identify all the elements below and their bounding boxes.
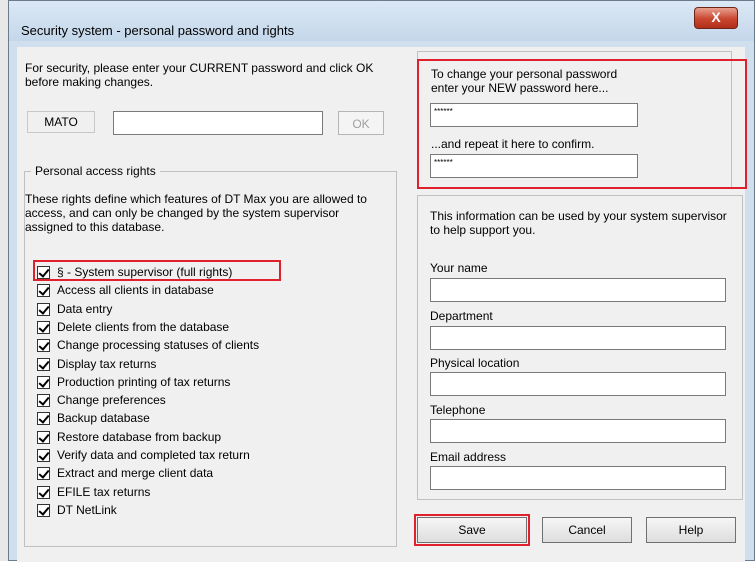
current-password-instruction: For security, please enter your CURRENT … — [25, 61, 374, 89]
department-label: Department — [430, 309, 493, 323]
checkbox[interactable] — [37, 375, 50, 389]
checkbox[interactable] — [37, 302, 50, 316]
access-right-label: Verify data and completed tax return — [57, 448, 250, 462]
access-right-label: Restore database from backup — [57, 429, 222, 444]
new-password-highlight — [417, 59, 747, 189]
access-right-label: Access all clients in database — [57, 283, 214, 298]
access-right-label: Data entry — [57, 301, 113, 316]
your-name-field[interactable] — [430, 278, 726, 302]
checkbox[interactable] — [37, 503, 50, 517]
checkbox[interactable] — [37, 449, 50, 462]
telephone-field[interactable] — [430, 419, 726, 443]
access-right-label: Change preferences — [57, 393, 166, 408]
dialog-body: For security, please enter your CURRENT … — [17, 47, 747, 562]
access-right-label: Display tax returns — [57, 356, 157, 371]
access-rights-description: These rights define which features of DT… — [25, 192, 367, 234]
current-password-field[interactable] — [113, 111, 323, 135]
physical-location-label: Physical location — [430, 356, 520, 370]
access-right-label: Change processing statuses of clients — [57, 338, 260, 353]
access-rights-group-label: Personal access rights — [31, 164, 160, 178]
physical-location-field[interactable] — [430, 372, 726, 396]
checkbox[interactable] — [37, 485, 50, 499]
title-bar[interactable]: Security system - personal password and … — [9, 1, 754, 41]
your-name-label: Your name — [430, 261, 488, 275]
checkbox[interactable] — [37, 357, 50, 371]
checkbox[interactable] — [37, 320, 50, 334]
save-highlight — [414, 514, 530, 546]
help-button[interactable]: Help — [646, 517, 736, 543]
user-name-label: MATO — [27, 111, 95, 133]
access-right-label: EFILE tax returns — [57, 484, 151, 499]
checkbox[interactable] — [37, 339, 50, 353]
access-rights-list: § - System supervisor (full rights) Acces… — [17, 259, 397, 549]
cancel-button[interactable]: Cancel — [542, 517, 632, 543]
checkbox[interactable] — [37, 412, 50, 426]
access-right-label: DT NetLink — [57, 502, 117, 517]
access-right-label: Delete clients from the database — [57, 319, 230, 334]
access-right-label: Backup database — [57, 411, 150, 426]
checkbox[interactable] — [37, 430, 50, 444]
checkbox[interactable] — [37, 284, 50, 298]
access-right-label: Extract and merge client data — [57, 466, 214, 481]
checkbox[interactable] — [37, 467, 50, 481]
supervisor-highlight — [33, 260, 281, 281]
checkbox[interactable] — [37, 394, 50, 408]
window-title: Security system - personal password and … — [21, 23, 295, 38]
department-field[interactable] — [430, 326, 726, 350]
ok-button[interactable]: OK — [338, 111, 384, 135]
telephone-label: Telephone — [430, 403, 486, 417]
access-right-label: Production printing of tax returns — [57, 374, 231, 389]
close-button[interactable]: X — [694, 7, 738, 29]
close-icon: X — [711, 9, 721, 25]
email-label: Email address — [430, 450, 507, 464]
dialog-window: Security system - personal password and … — [8, 0, 755, 562]
email-field[interactable] — [430, 466, 726, 490]
user-info-description: This information can be used by your sys… — [430, 209, 727, 237]
